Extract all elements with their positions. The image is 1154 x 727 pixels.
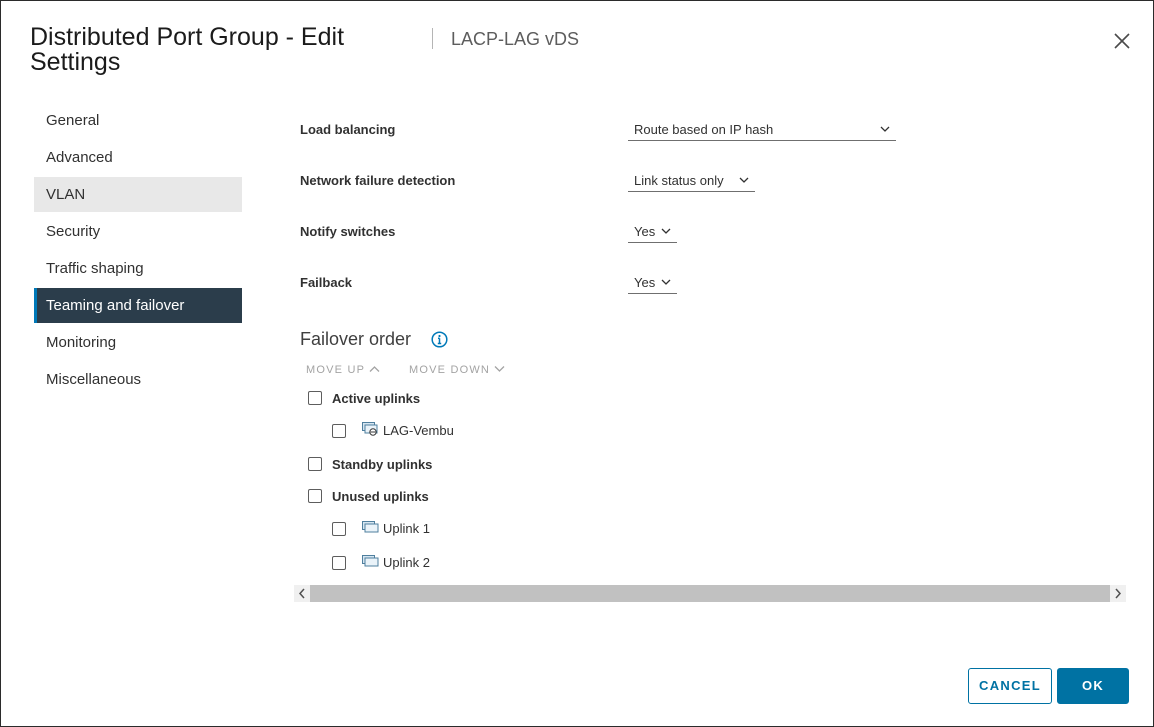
nav-item-advanced[interactable]: Advanced [34,140,242,175]
nav-item-security[interactable]: Security [34,214,242,249]
uplink-2-label: Uplink 2 [383,555,430,570]
nav-item-general[interactable]: General [34,103,242,138]
chevron-down-icon [880,126,890,132]
title-separator [432,28,433,49]
unused-uplinks-label: Unused uplinks [332,489,429,504]
scroll-right-icon[interactable] [1110,585,1126,602]
close-icon[interactable] [1111,30,1133,52]
uplink-1-label: Uplink 1 [383,521,430,536]
load-balancing-select[interactable]: Route based on IP hash [628,121,896,141]
network-failure-detection-value: Link status only [634,173,724,188]
dialog-subtitle: LACP-LAG vDS [451,29,580,49]
nav-item-traffic-shaping[interactable]: Traffic shaping [34,251,242,286]
nav-item-teaming-and-failover[interactable]: Teaming and failover [34,288,242,323]
edit-settings-dialog: Distributed Port Group - Edit Settings L… [0,0,1154,727]
lag-vembu-checkbox[interactable] [332,424,346,438]
failover-order-title: Failover order [300,329,412,349]
failback-value: Yes [634,275,656,290]
load-balancing-label: Load balancing [300,122,396,137]
lag-icon [362,422,378,436]
active-uplinks-label: Active uplinks [332,391,421,406]
notify-switches-value: Yes [634,224,656,239]
settings-nav: General Advanced VLAN Security Traffic s… [34,103,242,399]
move-up-label: MOVE UP [306,364,366,376]
unused-uplinks-checkbox[interactable] [308,489,322,503]
horizontal-scrollbar[interactable] [294,585,1126,602]
uplink-2-checkbox[interactable] [332,556,346,570]
uplink-icon [362,521,379,533]
notify-switches-select[interactable]: Yes [628,223,677,243]
lag-vembu-label: LAG-Vembu [383,423,454,438]
nav-item-miscellaneous[interactable]: Miscellaneous [34,362,242,397]
nav-item-vlan[interactable]: VLAN [34,177,242,212]
move-down-label: MOVE DOWN [409,364,491,376]
failback-label: Failback [300,275,353,290]
info-icon[interactable] [431,331,448,348]
ok-button[interactable]: OK [1057,668,1129,704]
nav-item-monitoring[interactable]: Monitoring [34,325,242,360]
move-up-button[interactable]: MOVE UP [306,364,380,376]
network-failure-detection-label: Network failure detection [300,173,456,188]
scrollbar-thumb[interactable] [310,585,1110,602]
load-balancing-value: Route based on IP hash [634,122,774,137]
dialog-title: Distributed Port Group - Edit Settings [30,23,345,76]
chevron-down-icon [661,279,671,285]
chevron-down-icon [494,365,505,372]
uplink-icon [362,555,379,567]
network-failure-detection-select[interactable]: Link status only [628,172,755,192]
standby-uplinks-label: Standby uplinks [332,457,433,472]
failback-select[interactable]: Yes [628,274,677,294]
active-uplinks-checkbox[interactable] [308,391,322,405]
uplink-1-checkbox[interactable] [332,522,346,536]
move-down-button[interactable]: MOVE DOWN [409,364,505,376]
cancel-button[interactable]: CANCEL [968,668,1052,704]
chevron-down-icon [661,228,671,234]
notify-switches-label: Notify switches [300,224,396,239]
scroll-left-icon[interactable] [294,585,310,602]
standby-uplinks-checkbox[interactable] [308,457,322,471]
chevron-down-icon [739,177,749,183]
chevron-up-icon [369,365,380,372]
